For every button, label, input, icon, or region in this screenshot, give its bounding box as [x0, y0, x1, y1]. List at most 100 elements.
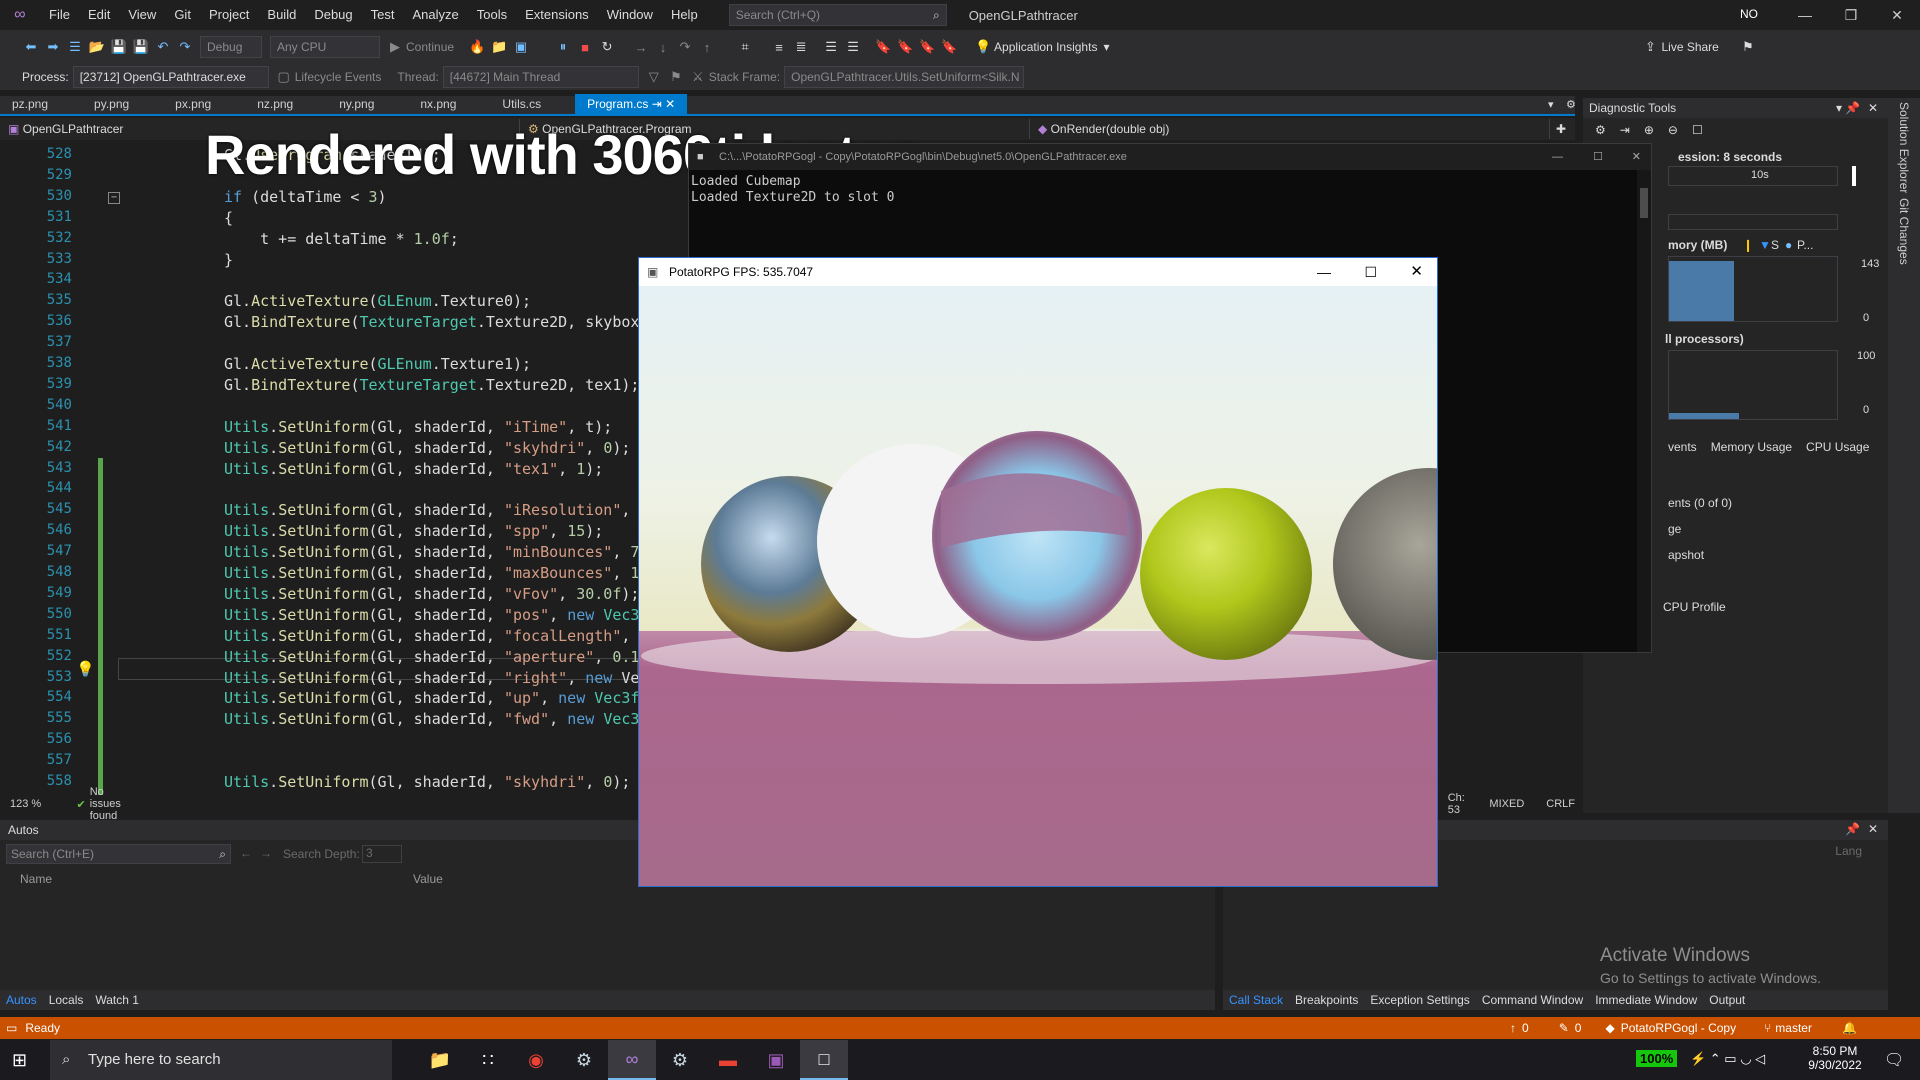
user-avatar[interactable]: NO — [1740, 7, 1758, 21]
line-ending[interactable]: CRLF — [1546, 798, 1575, 810]
stack-icon[interactable]: ≣ — [790, 39, 812, 55]
document-tab[interactable]: nz.png — [245, 94, 305, 114]
settings-icon[interactable]: ⚙ — [1566, 98, 1576, 111]
step-over-icon[interactable]: ↷ — [674, 39, 696, 55]
open-folder-icon[interactable]: 📂 — [86, 39, 108, 55]
menu-item[interactable]: Test — [362, 0, 404, 30]
battery-indicator[interactable]: 100% — [1636, 1050, 1678, 1067]
stop-icon[interactable]: ■ — [574, 40, 596, 55]
menu-item[interactable]: Debug — [305, 0, 361, 30]
prev-bookmark-icon[interactable]: 🔖 — [894, 39, 916, 55]
show-next-statement-icon[interactable]: → — [630, 40, 652, 55]
tab-memory-usage[interactable]: Memory Usage — [1711, 440, 1792, 454]
restart-icon[interactable]: ↻ — [596, 39, 618, 55]
tab-call-stack[interactable]: Call Stack — [1223, 993, 1289, 1007]
visual-studio-icon[interactable]: ∞ — [608, 1040, 656, 1080]
menu-item[interactable]: Build — [258, 0, 305, 30]
events-count[interactable]: ents (0 of 0) — [1668, 496, 1732, 510]
clock[interactable]: 8:50 PM 9/30/2022 — [1800, 1044, 1870, 1072]
document-tab[interactable]: pz.png — [0, 94, 60, 114]
restore-button[interactable]: ❒ — [1828, 0, 1874, 30]
tab-events[interactable]: vents — [1668, 440, 1697, 454]
tab-watch-1[interactable]: Watch 1 — [89, 993, 145, 1007]
redo-icon[interactable]: ↷ — [174, 39, 196, 55]
zoom-level[interactable]: 123 % — [10, 798, 47, 810]
maximize-button[interactable]: ☐ — [1593, 144, 1603, 170]
open-file-icon[interactable]: 📁 — [488, 39, 510, 55]
next-bookmark-icon[interactable]: 🔖 — [916, 39, 938, 55]
close-icon[interactable]: ✕ — [1868, 822, 1878, 836]
hex-display-icon[interactable]: ⌗ — [734, 39, 756, 55]
cpu-profile-link[interactable]: CPU Profile — [1663, 600, 1726, 614]
search-depth-select[interactable]: 3 — [362, 845, 402, 863]
tab-exception-settings[interactable]: Exception Settings — [1364, 993, 1475, 1007]
step-into-icon[interactable]: ↓ — [652, 40, 674, 55]
back-arrow-icon[interactable]: ← — [240, 846, 252, 860]
screenshot-icon[interactable]: ▣ — [510, 39, 532, 55]
document-tab[interactable]: nx.png — [408, 94, 468, 114]
step-out-icon[interactable]: ↑ — [696, 40, 718, 55]
undo-icon[interactable]: ↶ — [152, 39, 174, 55]
windows-start-icon[interactable]: ⊞ — [12, 1050, 27, 1071]
tab-output[interactable]: Output — [1703, 993, 1751, 1007]
unpushed-count[interactable]: 0 — [1522, 1021, 1529, 1035]
menu-item[interactable]: Tools — [468, 0, 516, 30]
member-select[interactable]: ◆ OnRender(double obj) — [1030, 119, 1550, 139]
menu-item[interactable]: Git — [165, 0, 200, 30]
forward-icon[interactable]: ➡ — [42, 39, 64, 55]
game-window[interactable]: ▣ PotatoRPG FPS: 535.7047 — ☐ ✕ — [638, 257, 1438, 887]
close-button[interactable]: ✕ — [1410, 258, 1423, 286]
menu-item[interactable]: View — [119, 0, 165, 30]
close-button[interactable]: ✕ — [1632, 144, 1641, 170]
zoom-in-icon[interactable]: ⊕ — [1644, 123, 1654, 137]
pin-icon[interactable]: 📌 — [1845, 98, 1860, 118]
process-select[interactable]: [23712] OpenGLPathtracer.exe — [72, 66, 269, 88]
uncomment-icon[interactable]: ☰ — [842, 39, 864, 55]
taskbar-search-input[interactable]: ⌕ Type here to search — [50, 1040, 392, 1080]
application-insights-button[interactable]: Application Insights — [994, 40, 1097, 54]
tab-cpu-usage[interactable]: CPU Usage — [1806, 440, 1869, 454]
tab-locals[interactable]: Locals — [43, 993, 90, 1007]
document-tab[interactable]: Utils.cs — [490, 94, 553, 114]
close-button[interactable]: ✕ — [1874, 0, 1920, 30]
minimize-button[interactable]: — — [1317, 258, 1331, 286]
menu-item[interactable]: Help — [662, 0, 707, 30]
bookmark-icon[interactable]: 🔖 — [872, 39, 894, 55]
platform-select[interactable]: Any CPU — [270, 36, 380, 58]
menu-item[interactable]: Analyze — [403, 0, 467, 30]
column-header-name[interactable]: Name — [20, 872, 52, 886]
document-tab[interactable]: ny.png — [327, 94, 386, 114]
console-scrollbar[interactable] — [1637, 170, 1651, 652]
clear-bookmarks-icon[interactable]: 🔖 — [938, 39, 960, 55]
minimize-button[interactable]: — — [1552, 144, 1563, 170]
tab-autos[interactable]: Autos — [0, 993, 43, 1007]
zoom-out-icon[interactable]: ⊖ — [1668, 123, 1678, 137]
continue-button[interactable]: Continue — [406, 40, 454, 54]
gear-icon[interactable]: ⚙ — [1595, 123, 1606, 137]
issues-status[interactable]: No issues found — [90, 786, 138, 822]
split-editor-icon[interactable]: ✚ — [1550, 122, 1566, 136]
tab-command-window[interactable]: Command Window — [1476, 993, 1589, 1007]
tray-icons[interactable]: ⚡ ⌃ ▭ ◡ ◁ — [1690, 1051, 1765, 1067]
tabs-mode[interactable]: MIXED — [1489, 798, 1524, 810]
minimize-button[interactable]: — — [1782, 0, 1828, 30]
export-icon[interactable]: ⇥ — [1620, 123, 1630, 137]
lifecycle-events-button[interactable]: Lifecycle Events — [295, 70, 382, 84]
timeline-cursor[interactable] — [1852, 166, 1856, 186]
chrome-icon[interactable]: ◉ — [512, 1040, 560, 1080]
feedback-icon[interactable]: ⚑ — [1737, 39, 1759, 55]
take-snapshot-link[interactable]: apshot — [1668, 548, 1704, 562]
save-all-icon[interactable]: 💾 — [130, 39, 152, 55]
steam-2-icon[interactable]: ⚙ — [656, 1040, 704, 1080]
flag-icon[interactable]: ⚑ — [665, 69, 687, 85]
action-center-icon[interactable]: 🗨 — [1884, 1050, 1904, 1070]
menu-item[interactable]: Edit — [79, 0, 119, 30]
memory-usage-link[interactable]: ge — [1668, 522, 1681, 536]
live-share-button[interactable]: Live Share — [1661, 40, 1718, 54]
terminal-icon[interactable]: ▣ — [752, 1040, 800, 1080]
back-icon[interactable]: ⬅ — [20, 39, 42, 55]
filter-icon[interactable]: ▽ — [643, 69, 665, 85]
chevron-down-icon[interactable]: ▾ — [1836, 98, 1842, 118]
branch-name[interactable]: master — [1775, 1021, 1812, 1035]
save-icon[interactable]: 💾 — [108, 39, 130, 55]
